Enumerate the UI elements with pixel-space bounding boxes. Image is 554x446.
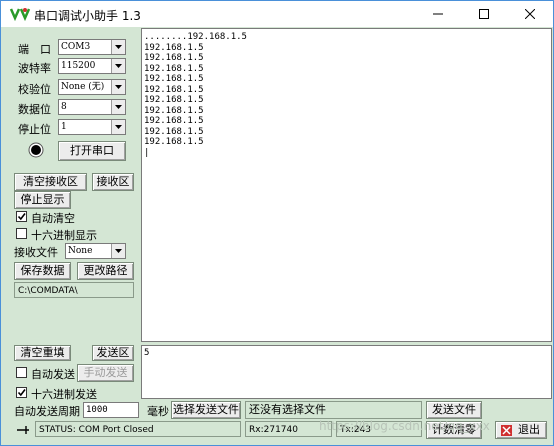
chevron-down-icon [111,120,125,134]
exit-button-label: 退出 [518,423,540,436]
port-status-indicator-icon [28,142,44,158]
hex-send-checkbox[interactable] [16,387,27,398]
close-icon [525,9,535,19]
send-period-label: 自动发送周期 [14,405,80,418]
exit-icon [501,425,512,436]
title-bar: 串口调试小助手 1.3 [1,1,553,27]
send-area-button[interactable]: 发送区 [92,345,134,361]
receive-line: 192.168.1.5 [144,126,204,137]
send-file-status: 还没有选择文件 [245,401,422,419]
baud-label: 波特率 [18,62,51,75]
save-path-display: C:\COMDATA\ [14,282,134,298]
baud-select[interactable]: 115200 [58,58,126,74]
parity-select[interactable]: None (无) [58,79,126,95]
databits-select[interactable]: 8 [58,99,126,115]
maximize-icon [479,9,489,19]
chevron-down-icon [111,59,125,73]
open-port-button[interactable]: 打开串口 [58,141,126,161]
receive-line: 192.168.1.5 [144,84,204,95]
receive-line: 192.168.1.5 [144,95,204,105]
stop-display-button[interactable]: 停止显示 [14,191,71,209]
databits-select-value: 8 [61,102,67,112]
maximize-button[interactable] [461,1,507,27]
stopbits-select-value: 1 [61,122,67,132]
auto-send-checkbox[interactable] [16,367,27,378]
receive-line: 192.168.1.5 [144,105,204,116]
chevron-down-icon [111,40,125,54]
hex-display-label: 十六进制显示 [31,229,97,242]
receive-file-select-value: None [68,246,93,256]
watermark: https://blog.csdn.net/qq_xxx [319,419,490,433]
baud-select-value: 115200 [61,61,96,71]
minimize-button[interactable] [415,1,461,27]
port-label: 端 口 [18,43,51,56]
receive-line: 192.168.1.5 [144,116,204,126]
status-text: STATUS: COM Port Closed [35,421,241,437]
window-title: 串口调试小助手 1.3 [34,9,141,23]
change-path-button[interactable]: 更改路径 [77,262,134,280]
stopbits-label: 停止位 [18,123,51,136]
ms-label: 毫秒 [147,405,169,418]
clear-send-button[interactable]: 清空重填 [14,345,71,361]
select-send-file-button[interactable]: 选择发送文件 [171,401,241,419]
chevron-down-icon [111,80,125,94]
port-select-value: COM3 [61,42,91,52]
clear-receive-button[interactable]: 清空接收区 [14,173,87,191]
app-window: 串口调试小助手 1.3 端 口 COM3 波特率 115200 校验位 None… [0,0,554,446]
receive-line: | [144,147,150,158]
app-logo-icon [9,6,31,22]
pin-icon [14,422,32,438]
manual-send-button[interactable]: 手动发送 [77,364,134,382]
receive-line: 192.168.1.5 [144,42,204,53]
receive-textarea[interactable]: ........192.168.1.5 192.168.1.5 192.168.1.… [141,28,552,342]
receive-line: 192.168.1.5 [144,74,204,84]
chevron-down-icon [111,100,125,114]
save-data-button[interactable]: 保存数据 [14,262,71,280]
parity-label: 校验位 [18,83,51,96]
send-textarea[interactable]: 5 [141,345,552,399]
receive-line: 192.168.1.5 [144,53,204,63]
port-select[interactable]: COM3 [58,39,126,55]
checkmark-icon [17,389,26,397]
receive-file-select[interactable]: None [65,243,126,259]
exit-button[interactable]: 退出 [495,421,547,439]
receive-area-button[interactable]: 接收区 [92,173,134,191]
send-period-input[interactable]: 1000 [83,402,139,418]
close-button[interactable] [507,1,553,27]
databits-label: 数据位 [18,103,51,116]
send-file-button[interactable]: 发送文件 [426,401,482,419]
receive-line: ........192.168.1.5 [144,32,247,42]
receive-line: 192.168.1.5 [144,137,204,147]
hex-display-checkbox[interactable] [16,228,27,239]
parity-select-value: None (无) [61,82,105,92]
auto-send-label: 自动发送 [31,368,75,381]
hex-send-label: 十六进制发送 [31,388,97,401]
minimize-icon [433,13,443,15]
auto-clear-checkbox[interactable] [16,211,27,222]
chevron-down-icon [111,244,125,258]
receive-file-label: 接收文件 [14,246,58,259]
auto-clear-label: 自动清空 [31,212,75,225]
checkmark-icon [17,213,26,221]
receive-line: 192.168.1.5 [144,63,204,74]
stopbits-select[interactable]: 1 [58,119,126,135]
